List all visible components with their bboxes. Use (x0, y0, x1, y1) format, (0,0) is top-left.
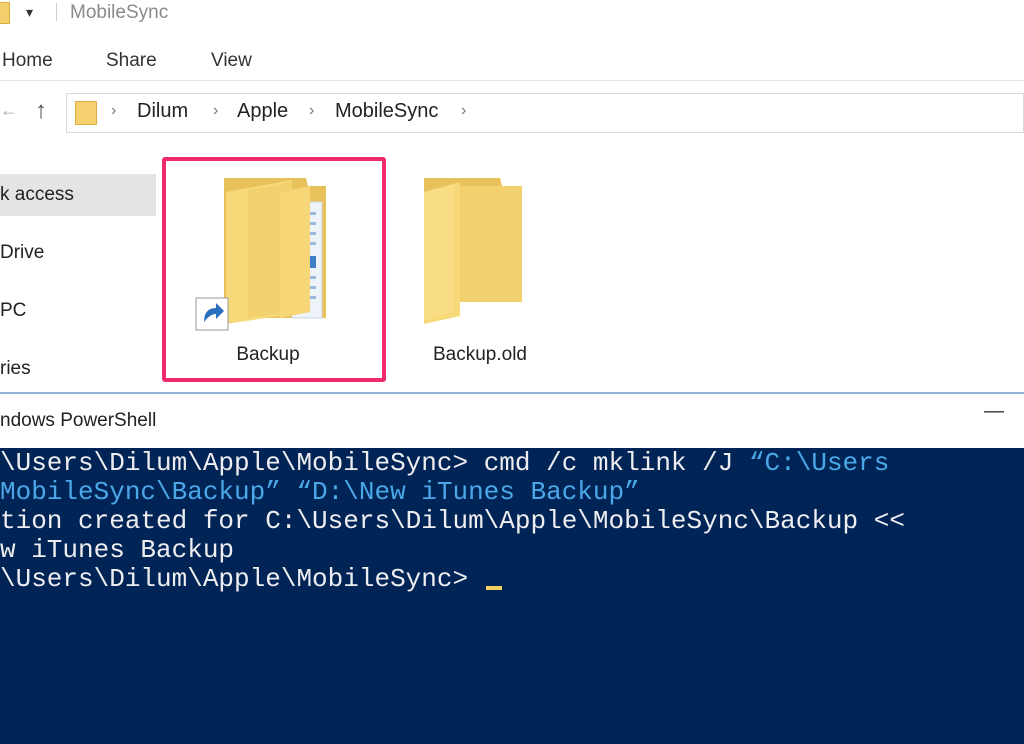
tab-view[interactable]: View (211, 50, 252, 72)
sidebar-item-quick-access[interactable]: k access (0, 174, 156, 216)
powershell-console[interactable]: \Users\Dilum\Apple\MobileSync> cmd /c mk… (0, 448, 1024, 744)
chevron-right-icon[interactable]: › (213, 102, 218, 120)
console-line: MobileSync\Backup” “D:\New iTunes Backup… (0, 477, 640, 507)
chevron-right-icon[interactable]: › (111, 102, 116, 120)
address-bar[interactable]: › Dilum › Apple › MobileSync › (66, 93, 1024, 133)
text-cursor (485, 586, 502, 590)
up-arrow-icon[interactable]: ↑ (28, 98, 54, 124)
divider (56, 3, 57, 21)
console-command: cmd /c mklink /J (483, 448, 749, 478)
back-arrow-icon[interactable]: ← (0, 100, 18, 124)
breadcrumb-mobilesync[interactable]: MobileSync (335, 100, 438, 123)
console-line: tion created for C:\Users\Dilum\Apple\Mo… (0, 506, 905, 536)
minimize-icon[interactable]: — (984, 400, 1004, 423)
title-bar: ▾ MobileSync (0, 0, 1024, 28)
window-title: MobileSync (70, 2, 169, 23)
breadcrumb-apple[interactable]: Apple (237, 100, 288, 123)
chevron-right-icon[interactable]: › (461, 102, 466, 120)
folder-icon (424, 178, 522, 324)
powershell-window-title: ndows PowerShell (0, 410, 157, 431)
quick-access-dropdown-icon[interactable]: ▾ (26, 0, 46, 24)
console-line: w iTunes Backup (0, 535, 235, 565)
folder-backup[interactable]: Backup (188, 172, 348, 372)
navigation-pane: k access Drive PC ries (0, 150, 156, 392)
console-string: “C:\Users (748, 448, 890, 478)
folder-icon (75, 101, 97, 125)
console-prompt: \Users\Dilum\Apple\MobileSync> (0, 564, 484, 594)
console-prompt: \Users\Dilum\Apple\MobileSync> (0, 448, 484, 478)
folder-backup-old[interactable]: Backup.old (400, 172, 560, 372)
console-line: \Users\Dilum\Apple\MobileSync> (0, 564, 502, 594)
sidebar-item-onedrive[interactable]: Drive (0, 232, 156, 274)
file-label: Backup.old (432, 344, 527, 365)
tab-home[interactable]: Home (2, 50, 53, 72)
sidebar-item-libraries[interactable]: ries (0, 348, 156, 390)
folder-icon[interactable] (0, 2, 10, 24)
breadcrumb-dilum[interactable]: Dilum (137, 100, 188, 123)
chevron-right-icon[interactable]: › (309, 102, 314, 120)
console-line: \Users\Dilum\Apple\MobileSync> cmd /c mk… (0, 448, 889, 478)
powershell-title-bar: ndows PowerShell — (0, 392, 1024, 448)
file-explorer-window: ▾ MobileSync Home Share View ← ↑ › Dilum… (0, 0, 1024, 392)
file-label: Backup (236, 344, 300, 365)
folder-shortcut-icon (195, 178, 326, 331)
divider (0, 80, 1024, 81)
tab-share[interactable]: Share (106, 50, 157, 72)
sidebar-item-this-pc[interactable]: PC (0, 290, 156, 332)
